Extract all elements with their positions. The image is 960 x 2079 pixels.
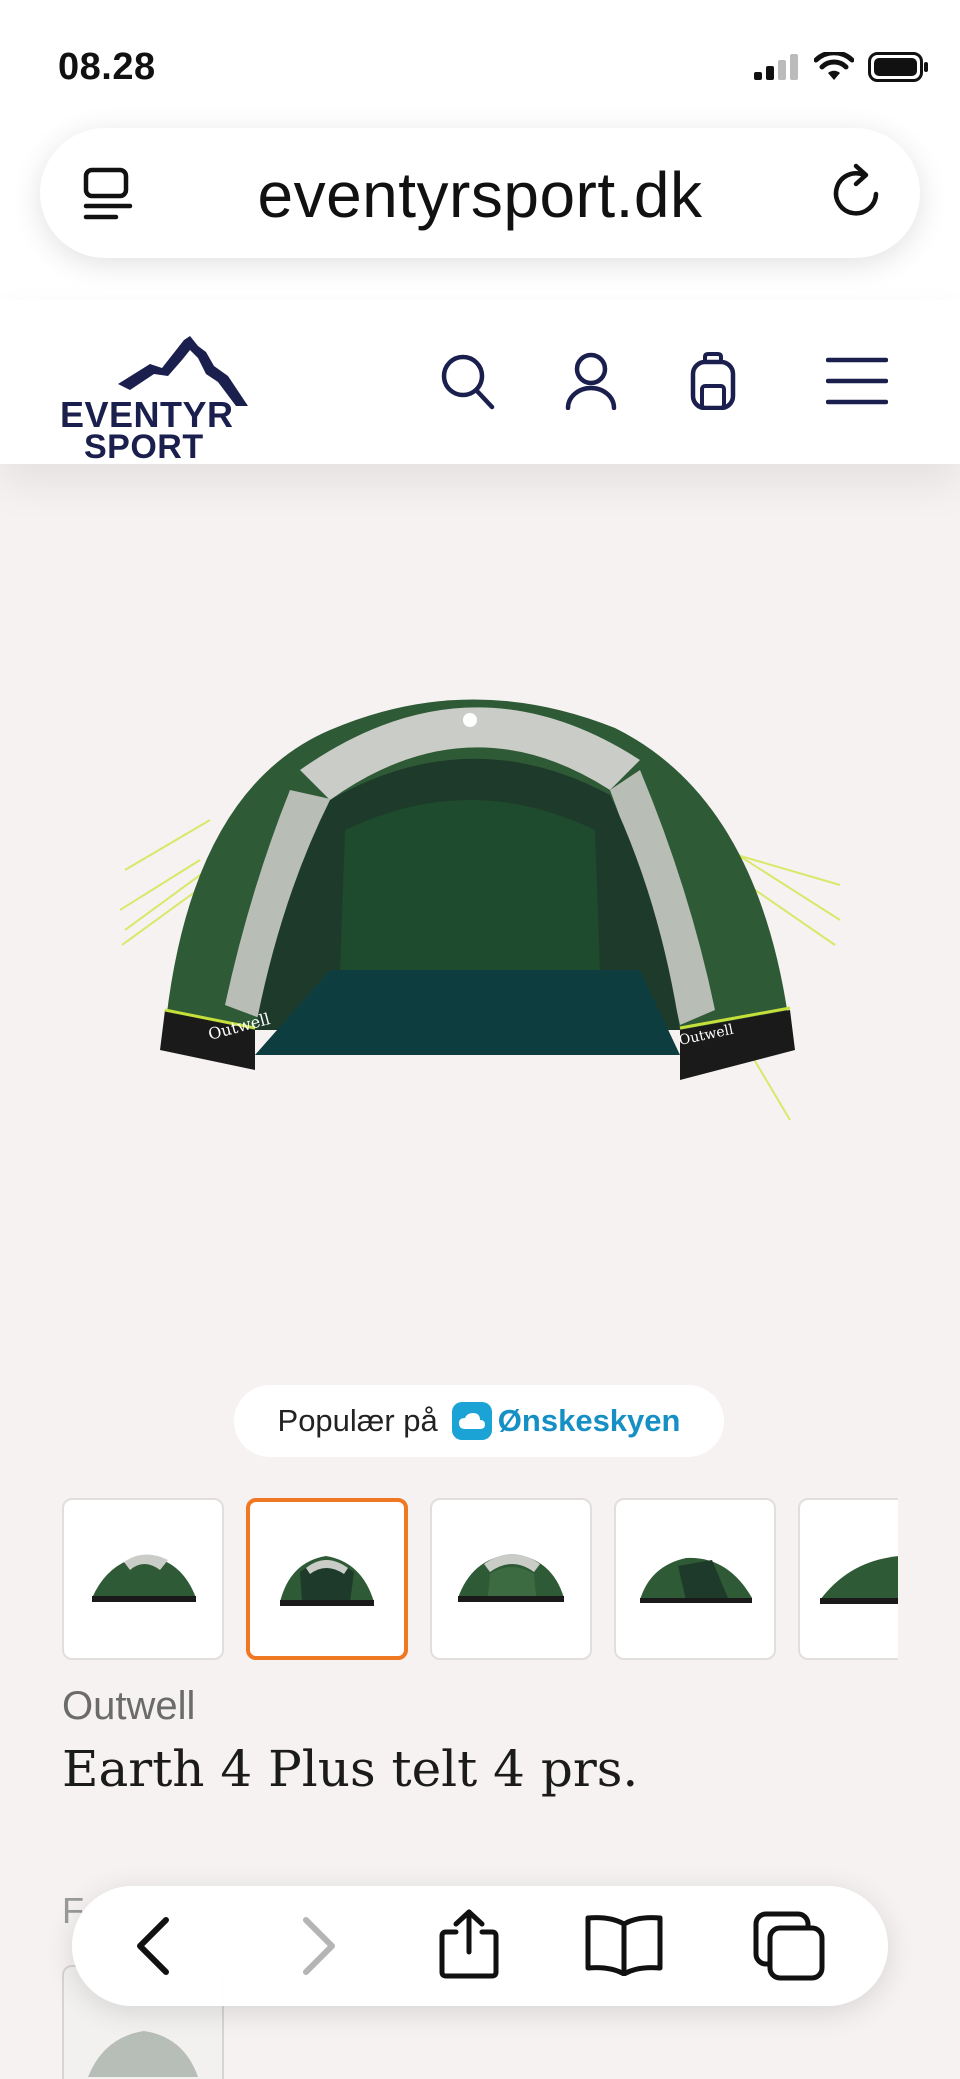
reload-icon[interactable] xyxy=(828,162,888,224)
product-brand[interactable]: Outwell xyxy=(62,1684,195,1729)
thumbnail-3[interactable] xyxy=(430,1498,592,1660)
thumbnail-5[interactable] xyxy=(798,1498,898,1660)
backpack-cart-icon[interactable] xyxy=(690,352,736,410)
status-bar: 08.28 xyxy=(0,0,960,128)
popular-label: Populær på xyxy=(277,1403,438,1438)
cellular-signal-icon xyxy=(754,54,798,80)
onskeskyen-badge[interactable]: Ønskeskyen xyxy=(451,1402,681,1440)
thumbnail-strip[interactable] xyxy=(62,1498,898,1662)
share-icon[interactable] xyxy=(438,1908,500,1980)
back-arrow-icon[interactable] xyxy=(134,1916,174,1976)
product-main-image[interactable]: Outwell Outwell xyxy=(0,470,960,1370)
logo-line-2: SPORT xyxy=(84,428,204,466)
site-header: EVENTYR SPORT xyxy=(0,300,960,466)
wifi-icon xyxy=(814,52,854,80)
eventyrsport-logo[interactable]: EVENTYR SPORT xyxy=(58,318,258,466)
search-icon[interactable] xyxy=(440,352,496,412)
cloud-icon xyxy=(451,1402,492,1440)
bookmarks-icon[interactable] xyxy=(584,1914,664,1976)
onskeskyen-label: Ønskeskyen xyxy=(497,1403,681,1438)
url-text[interactable]: eventyrsport.dk xyxy=(40,158,920,232)
thumbnail-4[interactable] xyxy=(614,1498,776,1660)
thumbnail-1[interactable] xyxy=(62,1498,224,1660)
hamburger-menu-icon[interactable] xyxy=(826,356,888,406)
forward-arrow-icon[interactable] xyxy=(298,1916,338,1976)
address-bar[interactable]: eventyrsport.dk xyxy=(40,128,920,258)
browser-toolbar xyxy=(72,1886,888,2006)
product-title: Earth 4 Plus telt 4 prs. xyxy=(62,1740,639,1798)
tabs-icon[interactable] xyxy=(752,1910,828,1982)
thumbnail-2[interactable] xyxy=(246,1498,408,1660)
account-icon[interactable] xyxy=(565,352,617,410)
status-time: 08.28 xyxy=(58,46,156,88)
status-icons xyxy=(754,52,930,82)
popular-badge[interactable]: Populær på Ønskeskyen xyxy=(234,1385,724,1457)
battery-icon xyxy=(868,52,928,82)
